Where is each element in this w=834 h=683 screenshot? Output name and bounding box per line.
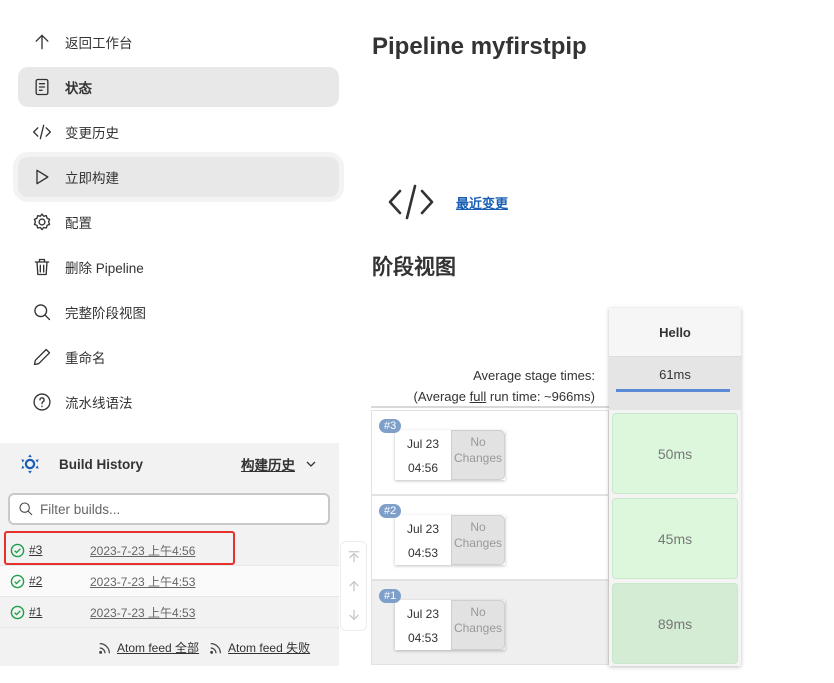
build-row[interactable]: #3 2023-7-23 上午4:56 — [0, 535, 339, 566]
build-number-link[interactable]: #1 — [29, 605, 90, 619]
success-check-icon — [10, 605, 25, 619]
stage-average-bar-fill — [616, 389, 730, 392]
scroll-top-icon[interactable] — [347, 550, 361, 564]
stage-average: 61ms — [609, 357, 741, 410]
no-changes: No Changes — [451, 515, 505, 565]
gear-icon — [30, 210, 54, 234]
pencil-icon — [30, 345, 54, 369]
run-badge[interactable]: #2 — [379, 504, 402, 518]
sidebar-item-label: 返回工作台 — [65, 36, 133, 51]
scroll-down-icon[interactable] — [347, 608, 361, 622]
build-date-link[interactable]: 2023-7-23 上午4:53 — [90, 573, 195, 590]
no-changes: No Changes — [451, 430, 505, 480]
code-icon — [30, 120, 54, 144]
sidebar-item-label: 重命名 — [65, 351, 106, 366]
sidebar-item-label: 流水线语法 — [65, 396, 133, 411]
run-date: Jul 23 04:53 — [395, 600, 451, 650]
recent-changes-link[interactable]: 最近变更 — [456, 193, 508, 212]
build-row[interactable]: #2 2023-7-23 上午4:53 — [0, 566, 339, 597]
build-trend-link[interactable]: 构建历史 — [241, 454, 317, 474]
rss-icon — [99, 642, 110, 654]
success-check-icon — [10, 574, 25, 588]
stage-cell[interactable]: 50ms — [612, 413, 738, 494]
filter-builds-field[interactable] — [8, 493, 330, 525]
build-history-panel: Build History 构建历史 #3 2023-7-23 上午4:56 #… — [0, 443, 339, 666]
recent-changes: 最近变更 — [386, 183, 508, 221]
build-list: #3 2023-7-23 上午4:56 #2 2023-7-23 上午4:53 … — [0, 535, 339, 628]
run-date: Jul 23 04:53 — [395, 515, 451, 565]
chevron-down-icon — [306, 461, 316, 467]
run-row: #3 Jul 23 04:56 No Changes — [371, 410, 609, 495]
build-trend-label: 构建历史 — [241, 458, 295, 473]
run-card: Jul 23 04:53 No Changes — [395, 515, 505, 565]
stage-average-time: 61ms — [659, 367, 691, 382]
atom-feed-all-label: Atom feed 全部 — [117, 641, 200, 655]
build-number-link[interactable]: #2 — [29, 574, 90, 588]
sidebar-item-build-now[interactable]: 立即构建 — [18, 157, 339, 197]
sidebar-item-label: 完整阶段视图 — [65, 306, 146, 321]
sidebar-item-label: 变更历史 — [65, 126, 119, 141]
stage-cell[interactable]: 45ms — [612, 498, 738, 579]
run-row: #1 Jul 23 04:53 No Changes — [371, 580, 609, 665]
play-icon — [30, 165, 54, 189]
build-history-title: Build History — [59, 456, 144, 472]
avg-stage-label: Average stage times: — [473, 368, 595, 383]
success-check-icon — [10, 543, 25, 557]
run-row: #2 Jul 23 04:53 No Changes — [371, 495, 609, 580]
sidebar-item-full-stage-view[interactable]: 完整阶段视图 — [18, 292, 339, 332]
run-card: Jul 23 04:56 No Changes — [395, 430, 505, 480]
run-badge[interactable]: #3 — [379, 419, 402, 433]
sidebar: 返回工作台 状态 变更历史 立即构建 配置 删除 Pipeline 完整阶段视图… — [0, 22, 345, 427]
sidebar-item-label: 状态 — [65, 81, 92, 96]
sidebar-item-label: 配置 — [65, 216, 92, 231]
sidebar-item-label: 立即构建 — [65, 171, 119, 186]
atom-feed-failed-label: Atom feed 失败 — [228, 641, 311, 655]
code-icon — [388, 184, 434, 220]
stage-column-hello: Hello 61ms 50ms 45ms 89ms — [609, 308, 741, 666]
build-history-icon — [21, 454, 39, 474]
sidebar-item-delete-pipeline[interactable]: 删除 Pipeline — [18, 247, 339, 287]
sidebar-item-back-to-dashboard[interactable]: 返回工作台 — [18, 22, 339, 62]
sidebar-item-rename[interactable]: 重命名 — [18, 337, 339, 377]
run-badge[interactable]: #1 — [379, 589, 402, 603]
filter-builds-input[interactable] — [40, 501, 310, 517]
arrow-up-icon — [30, 30, 54, 54]
build-date-link[interactable]: 2023-7-23 上午4:56 — [90, 542, 195, 559]
avg-full-run-time: (Average full run time: ~966ms) — [413, 389, 595, 404]
build-number-link[interactable]: #3 — [29, 543, 90, 557]
build-row[interactable]: #1 2023-7-23 上午4:53 — [0, 597, 339, 628]
sidebar-item-label: 删除 Pipeline — [65, 261, 144, 276]
atom-feed-failed-link[interactable]: Atom feed 失败 — [209, 639, 310, 656]
search-icon — [19, 502, 33, 516]
sidebar-item-pipeline-syntax[interactable]: 流水线语法 — [18, 382, 339, 422]
run-card: Jul 23 04:53 No Changes — [395, 600, 505, 650]
trash-icon — [30, 255, 54, 279]
rss-icon — [210, 642, 222, 654]
stage-average-bar — [616, 389, 730, 392]
document-icon — [30, 75, 54, 99]
build-date-link[interactable]: 2023-7-23 上午4:53 — [90, 604, 195, 621]
help-circle-icon — [30, 390, 54, 414]
sidebar-item-configure[interactable]: 配置 — [18, 202, 339, 242]
build-history-header: Build History 构建历史 — [0, 443, 339, 485]
history-scroll-controls — [340, 541, 367, 631]
atom-feed-all-link[interactable]: Atom feed 全部 — [98, 639, 199, 656]
stage-view-title: 阶段视图 — [372, 256, 456, 279]
atom-feeds: Atom feed 全部 Atom feed 失败 — [98, 639, 320, 656]
run-date: Jul 23 04:56 — [395, 430, 451, 480]
stage-header: Hello — [609, 308, 741, 357]
search-icon — [30, 300, 54, 324]
sidebar-item-changes[interactable]: 变更历史 — [18, 112, 339, 152]
no-changes: No Changes — [451, 600, 505, 650]
stage-cell[interactable]: 89ms — [612, 583, 738, 664]
page-title: Pipeline myfirstpip — [372, 33, 587, 60]
scroll-up-icon[interactable] — [347, 579, 361, 593]
average-stage-times: Average stage times: (Average full run t… — [371, 358, 609, 408]
sidebar-item-status[interactable]: 状态 — [18, 67, 339, 107]
